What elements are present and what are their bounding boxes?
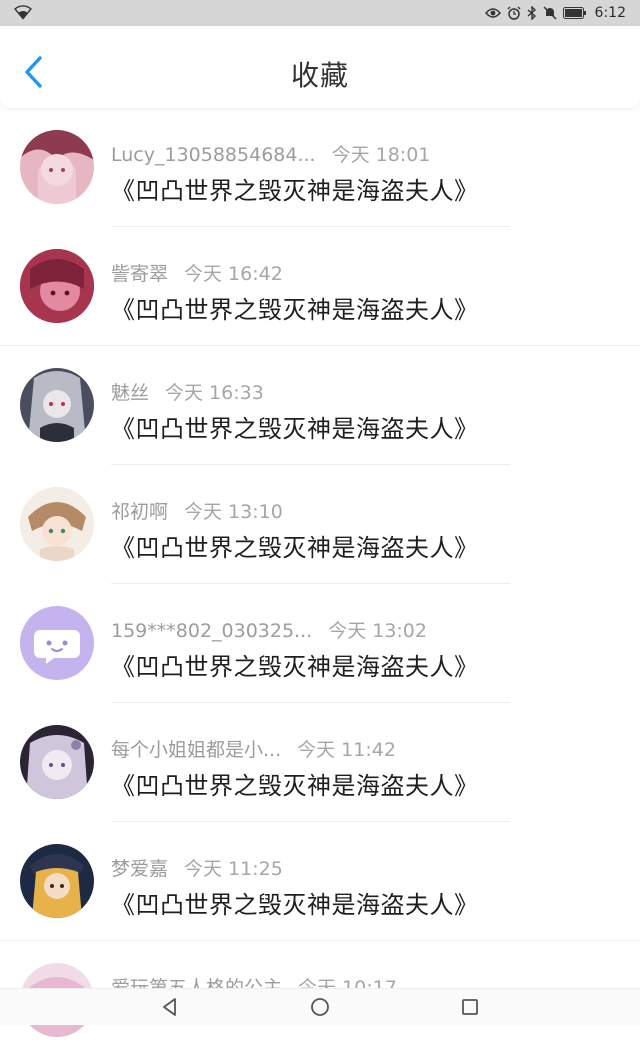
user-name: 訾寄翠 <box>111 263 169 285</box>
item-time: 今天 18:01 <box>331 144 431 166</box>
item-message: 《凹凸世界之毁灭神是海盗夫人》 <box>111 653 479 681</box>
square-recents-icon[interactable] <box>458 995 482 1019</box>
item-meta: Lucy_13058854684... 今天 18:01 <box>111 140 430 167</box>
avatar[interactable] <box>20 844 94 918</box>
status-bar: 6:12 <box>0 0 640 26</box>
item-meta: 魅丝 今天 16:33 <box>111 378 264 405</box>
list-item[interactable]: 魅丝 今天 16:33 《凹凸世界之毁灭神是海盗夫人》 <box>0 346 640 465</box>
item-message: 《凹凸世界之毁灭神是海盗夫人》 <box>111 177 479 205</box>
item-meta: 祁初啊 今天 13:10 <box>111 497 283 524</box>
alarm-icon <box>507 6 521 20</box>
item-time: 今天 13:10 <box>184 501 283 523</box>
item-message: 《凹凸世界之毁灭神是海盗夫人》 <box>111 296 479 324</box>
list-item[interactable]: 訾寄翠 今天 16:42 《凹凸世界之毁灭神是海盗夫人》 <box>0 227 640 346</box>
item-message: 《凹凸世界之毁灭神是海盗夫人》 <box>111 415 479 443</box>
user-name: 祁初啊 <box>111 501 169 523</box>
item-time: 今天 16:33 <box>165 382 264 404</box>
avatar[interactable] <box>20 606 94 680</box>
item-meta: 梦爱嘉 今天 11:25 <box>111 854 283 881</box>
list-item[interactable]: Lucy_13058854684... 今天 18:01 《凹凸世界之毁灭神是海盗… <box>0 108 640 227</box>
list-item[interactable]: 祁初啊 今天 13:10 《凹凸世界之毁灭神是海盗夫人》 <box>0 465 640 584</box>
mute-bell-icon <box>543 6 557 20</box>
status-time: 6:12 <box>594 5 626 21</box>
eye-icon <box>484 8 501 18</box>
item-time: 今天 11:42 <box>297 739 396 761</box>
avatar[interactable] <box>20 368 94 442</box>
list-item[interactable]: 每个小姐姐都是小... 今天 11:42 《凹凸世界之毁灭神是海盗夫人》 <box>0 703 640 822</box>
item-meta: 訾寄翠 今天 16:42 <box>111 259 283 286</box>
item-meta: 每个小姐姐都是小... 今天 11:42 <box>111 735 396 762</box>
list-item[interactable]: 159***802_030325... 今天 13:02 《凹凸世界之毁灭神是海盗… <box>0 584 640 703</box>
navigation-bar <box>0 988 640 1025</box>
triangle-back-icon[interactable] <box>158 995 182 1019</box>
bluetooth-icon <box>527 6 536 20</box>
item-message: 《凹凸世界之毁灭神是海盗夫人》 <box>111 534 479 562</box>
list-item[interactable]: 梦爱嘉 今天 11:25 《凹凸世界之毁灭神是海盗夫人》 <box>0 822 640 941</box>
app-header: 收藏 <box>0 26 640 108</box>
battery-icon <box>562 7 586 19</box>
user-name: 梦爱嘉 <box>111 858 169 880</box>
avatar[interactable] <box>20 130 94 204</box>
avatar[interactable] <box>20 725 94 799</box>
item-message: 《凹凸世界之毁灭神是海盗夫人》 <box>111 891 479 919</box>
avatar[interactable] <box>20 249 94 323</box>
avatar[interactable] <box>20 487 94 561</box>
circle-home-icon[interactable] <box>308 995 332 1019</box>
favorites-list: Lucy_13058854684... 今天 18:01 《凹凸世界之毁灭神是海盗… <box>0 108 640 1060</box>
user-name: 159***802_030325... <box>111 620 313 642</box>
wifi-icon <box>14 5 32 20</box>
item-time: 今天 13:02 <box>328 620 427 642</box>
item-time: 今天 16:42 <box>184 263 283 285</box>
item-meta: 159***802_030325... 今天 13:02 <box>111 616 427 643</box>
item-time: 今天 11:25 <box>184 858 283 880</box>
user-name: 每个小姐姐都是小... <box>111 739 282 761</box>
page-title: 收藏 <box>290 59 349 92</box>
user-name: 魅丝 <box>111 382 150 404</box>
item-message: 《凹凸世界之毁灭神是海盗夫人》 <box>111 772 479 800</box>
status-icons: 6:12 <box>484 3 626 23</box>
user-name: Lucy_13058854684... <box>111 144 316 166</box>
